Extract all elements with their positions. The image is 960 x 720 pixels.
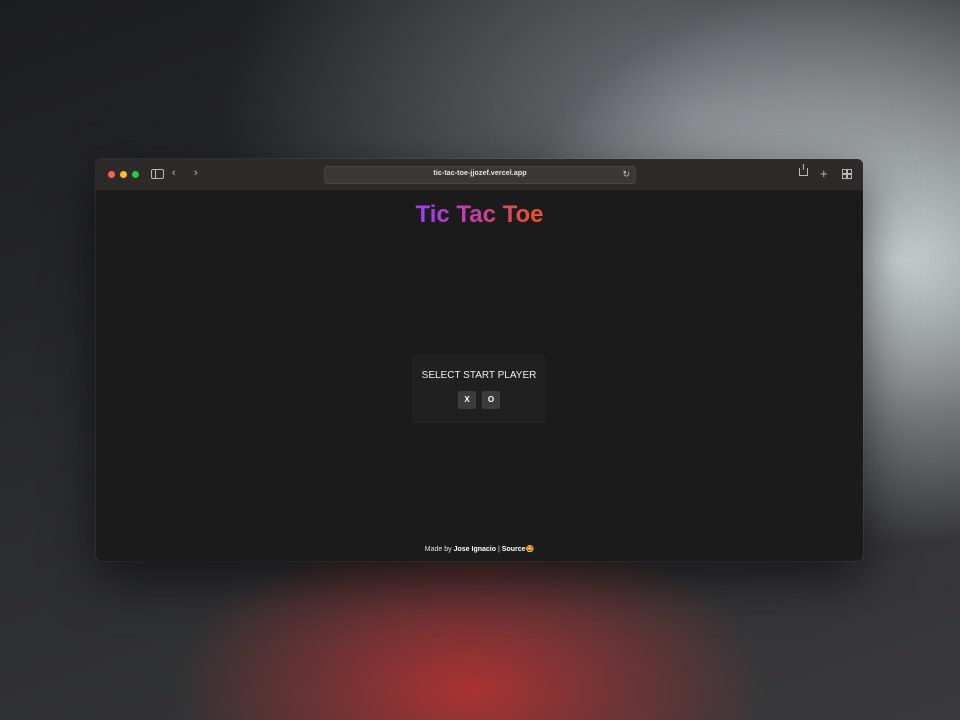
plus-icon[interactable]: + (820, 167, 828, 180)
start-player-o-button[interactable]: O (482, 391, 500, 409)
address-bar[interactable]: tic-tac-toe-jjozef.vercel.app ↻ (324, 166, 636, 184)
footer: Made by Jose Ignacio | Source🤩 (96, 545, 863, 553)
start-player-x-button[interactable]: X (458, 391, 476, 409)
share-icon[interactable] (799, 164, 808, 176)
page-title-wrap: Tic Tac Toe (96, 201, 863, 229)
footer-prefix: Made by (424, 546, 452, 553)
start-player-panel: SELECT START PLAYER X O (412, 355, 546, 423)
zoom-window-button[interactable] (132, 171, 139, 178)
close-window-button[interactable] (108, 171, 115, 178)
footer-separator: | (497, 546, 500, 553)
browser-toolbar: ‹ › tic-tac-toe-jjozef.vercel.app ↻ + (96, 159, 863, 191)
url-text[interactable]: tic-tac-toe-jjozef.vercel.app (325, 170, 635, 177)
minimize-window-button[interactable] (120, 171, 127, 178)
page-content: Tic Tac Toe SELECT START PLAYER X O Made… (96, 191, 863, 561)
author-link[interactable]: Jose Ignacio (454, 546, 496, 553)
browser-window: ‹ › tic-tac-toe-jjozef.vercel.app ↻ + Ti… (96, 159, 863, 561)
back-icon[interactable]: ‹ (172, 168, 176, 179)
tab-overview-icon[interactable] (842, 169, 852, 179)
reload-icon[interactable]: ↻ (622, 169, 630, 180)
page-title: Tic Tac Toe (415, 201, 544, 228)
forward-icon[interactable]: › (194, 168, 198, 179)
source-link[interactable]: Source (502, 546, 526, 553)
emoji: 🤩 (525, 546, 535, 553)
select-start-player-label: SELECT START PLAYER (421, 370, 537, 381)
sidebar-icon[interactable] (151, 169, 164, 179)
